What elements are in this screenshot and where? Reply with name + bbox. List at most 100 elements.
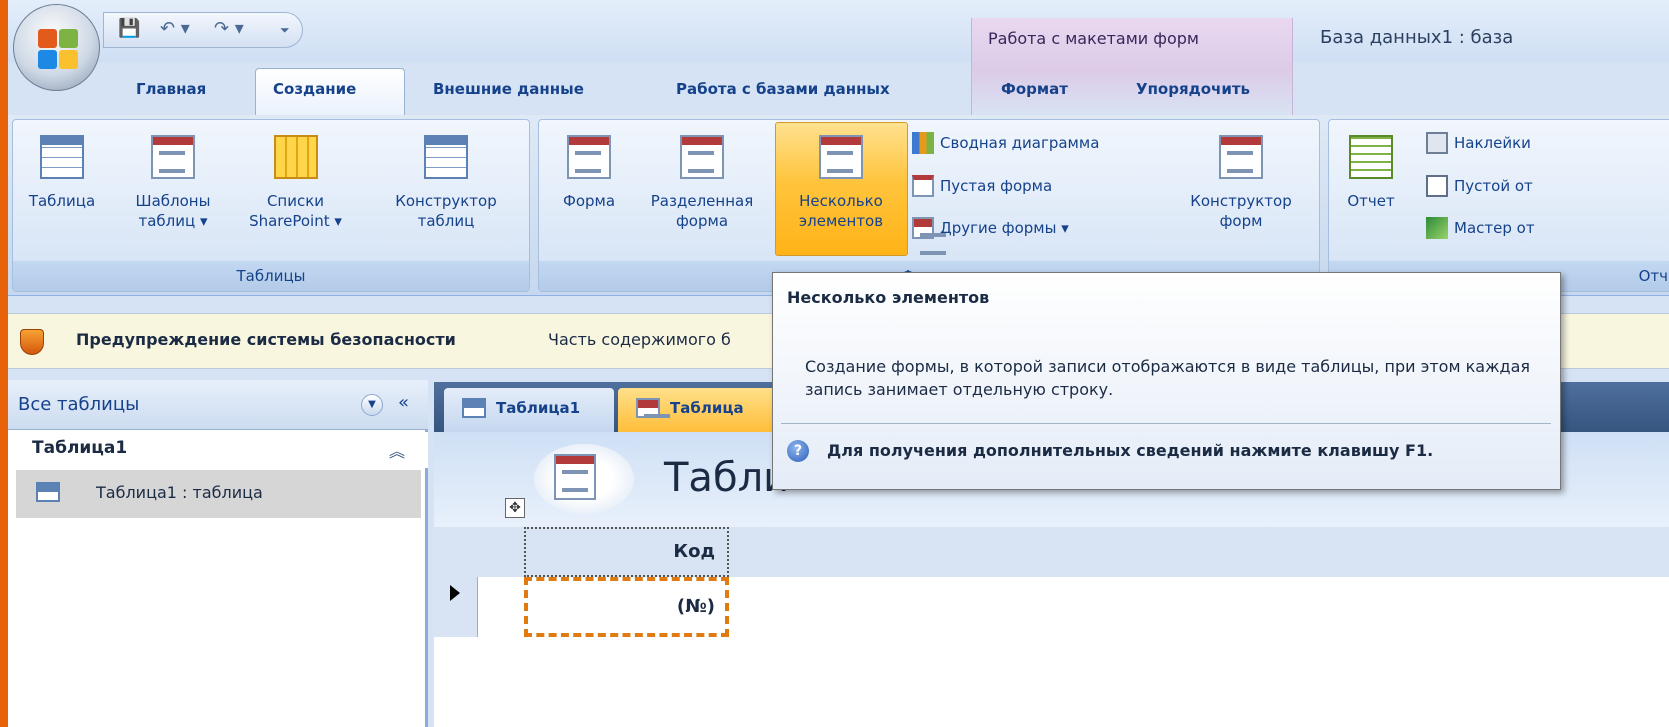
shield-icon [20,329,44,355]
table-button[interactable]: Таблица [14,135,110,211]
labels-label: Наклейки [1454,134,1531,152]
table-templates-button[interactable]: Шаблоны таблиц ▾ [118,135,228,231]
tab-arrange[interactable]: Упорядочить [1136,80,1250,98]
table-icon [36,482,60,502]
split-form-label-1: Разделенная [650,192,754,210]
redo-icon[interactable]: ↷ ▾ [214,18,244,39]
form-icon [636,398,670,436]
form-designer-label-1: Конструктор [1190,192,1292,210]
chevron-up-icon[interactable]: ︽ [389,438,405,462]
window-title: База данных1 : база [1320,27,1514,48]
labels-icon [1426,132,1448,154]
tooltip-title: Несколько элементов [787,288,990,307]
report-wizard-label: Мастер от [1454,219,1535,237]
report-wizard-icon [1426,217,1448,239]
other-forms-label: Другие формы ▾ [940,219,1069,237]
doc-tab-label: Таблица1 [496,399,581,417]
nav-group-title: Таблица1 [32,438,128,458]
tooltip-help-text: Для получения дополнительных сведений на… [827,441,1434,460]
split-form-button[interactable]: Разделенная форма [632,135,772,231]
tooltip-separator [781,423,1551,424]
blank-report-button[interactable]: Пустой от [1426,175,1533,197]
current-record-arrow-icon [450,585,460,601]
form-designer-button[interactable]: Конструктор форм [1171,135,1311,231]
multiple-items-label-2: элементов [798,212,884,230]
form-designer-icon [1219,135,1263,179]
customize-qat-icon[interactable]: ⏷ [280,23,290,38]
collapse-pane-icon[interactable]: « [398,392,409,413]
blank-report-icon [1426,175,1448,197]
form-button-label: Форма [562,192,616,210]
form-title[interactable]: Табли [664,455,789,501]
other-forms-icon [912,217,946,255]
column-header-kod[interactable]: Код [524,527,729,577]
blank-report-label: Пустой от [1454,177,1533,195]
labels-button[interactable]: Наклейки [1426,132,1531,154]
form-button[interactable]: Форма [548,135,630,211]
other-forms-button[interactable]: Другие формы ▾ [912,217,1069,255]
form-designer-label-2: форм [1219,212,1263,230]
report-wizard-button[interactable]: Мастер от [1426,217,1535,239]
nav-pane-title: Все таблицы [18,394,140,415]
record-selector[interactable] [434,577,478,637]
doc-tab-label: Таблица [670,399,744,417]
form-icon [567,135,611,179]
form-logo [534,444,634,514]
save-icon[interactable]: 💾 [118,18,140,39]
kod-field-cell[interactable]: (№) [524,577,729,637]
multiple-items-icon [819,135,863,179]
nav-group-header[interactable]: Таблица1 ︽ [8,432,428,468]
split-form-label-2: форма [675,212,729,230]
undo-icon[interactable]: ↶ ▾ [160,18,190,39]
pivot-chart-icon [912,132,934,154]
table-designer-icon [424,135,468,179]
table-designer-button[interactable]: Конструктор таблиц [376,135,516,231]
multiple-items-button[interactable]: Несколько элементов [776,135,906,231]
tab-external-data[interactable]: Внешние данные [433,80,584,98]
report-icon [1349,135,1393,179]
doc-tab-table1[interactable]: Таблица1 [444,388,614,432]
sharepoint-label-2: SharePoint ▾ [249,212,342,230]
sharepoint-label-1: Списки [266,192,325,210]
table-templates-label-2: таблиц ▾ [138,212,208,230]
office-logo-icon [38,29,78,69]
pivot-chart-button[interactable]: Сводная диаграмма [912,132,1099,154]
doc-tab-form[interactable]: Таблица [618,388,788,436]
tooltip-body: Создание формы, в которой записи отображ… [805,357,1530,399]
tab-format[interactable]: Формат [1001,80,1068,98]
pivot-chart-label: Сводная диаграмма [940,134,1100,152]
report-button-label: Отчет [1347,192,1395,210]
context-tab-group-title: Работа с макетами форм [988,29,1199,48]
table-designer-label-1: Конструктор [395,192,497,210]
blank-form-icon [912,175,934,197]
report-button[interactable]: Отчет [1338,135,1404,211]
tab-database-tools[interactable]: Работа с базами данных [676,80,890,98]
quick-access-toolbar: 💾 ↶ ▾ ↷ ▾ ⏷ [103,12,303,48]
sharepoint-lists-button[interactable]: Списки SharePoint ▾ [233,135,358,231]
table-designer-label-2: таблиц [417,212,475,230]
form-icon [554,454,596,500]
sharepoint-lists-icon [273,135,318,179]
nav-dropdown-icon[interactable]: ▼ [361,394,383,416]
multiple-items-label-1: Несколько [799,192,883,210]
table-icon [40,135,84,179]
tooltip: Несколько элементов Создание формы, в ко… [772,272,1561,490]
move-handle-icon[interactable]: ✥ [505,498,525,518]
security-warning-title: Предупреждение системы безопасности [76,330,456,349]
blank-form-label: Пустая форма [940,177,1053,195]
tab-create[interactable]: Создание [273,80,356,98]
office-button[interactable] [13,4,100,91]
nav-item-label: Таблица1 : таблица [96,483,263,502]
help-icon: ? [787,440,809,462]
group-label-tables: Таблицы [13,261,529,291]
navigation-pane: Все таблицы ▼ « Таблица1 ︽ Таблица1 : та… [8,380,428,727]
table-button-label: Таблица [28,192,96,210]
table-templates-icon [151,135,195,179]
blank-form-button[interactable]: Пустая форма [912,175,1052,197]
tab-home[interactable]: Главная [136,80,206,98]
security-warning-text: Часть содержимого б [548,330,731,349]
split-form-icon [680,135,724,179]
table-icon [462,398,486,418]
nav-pane-header[interactable]: Все таблицы ▼ « [8,380,428,430]
nav-item-table1[interactable]: Таблица1 : таблица [16,470,421,518]
